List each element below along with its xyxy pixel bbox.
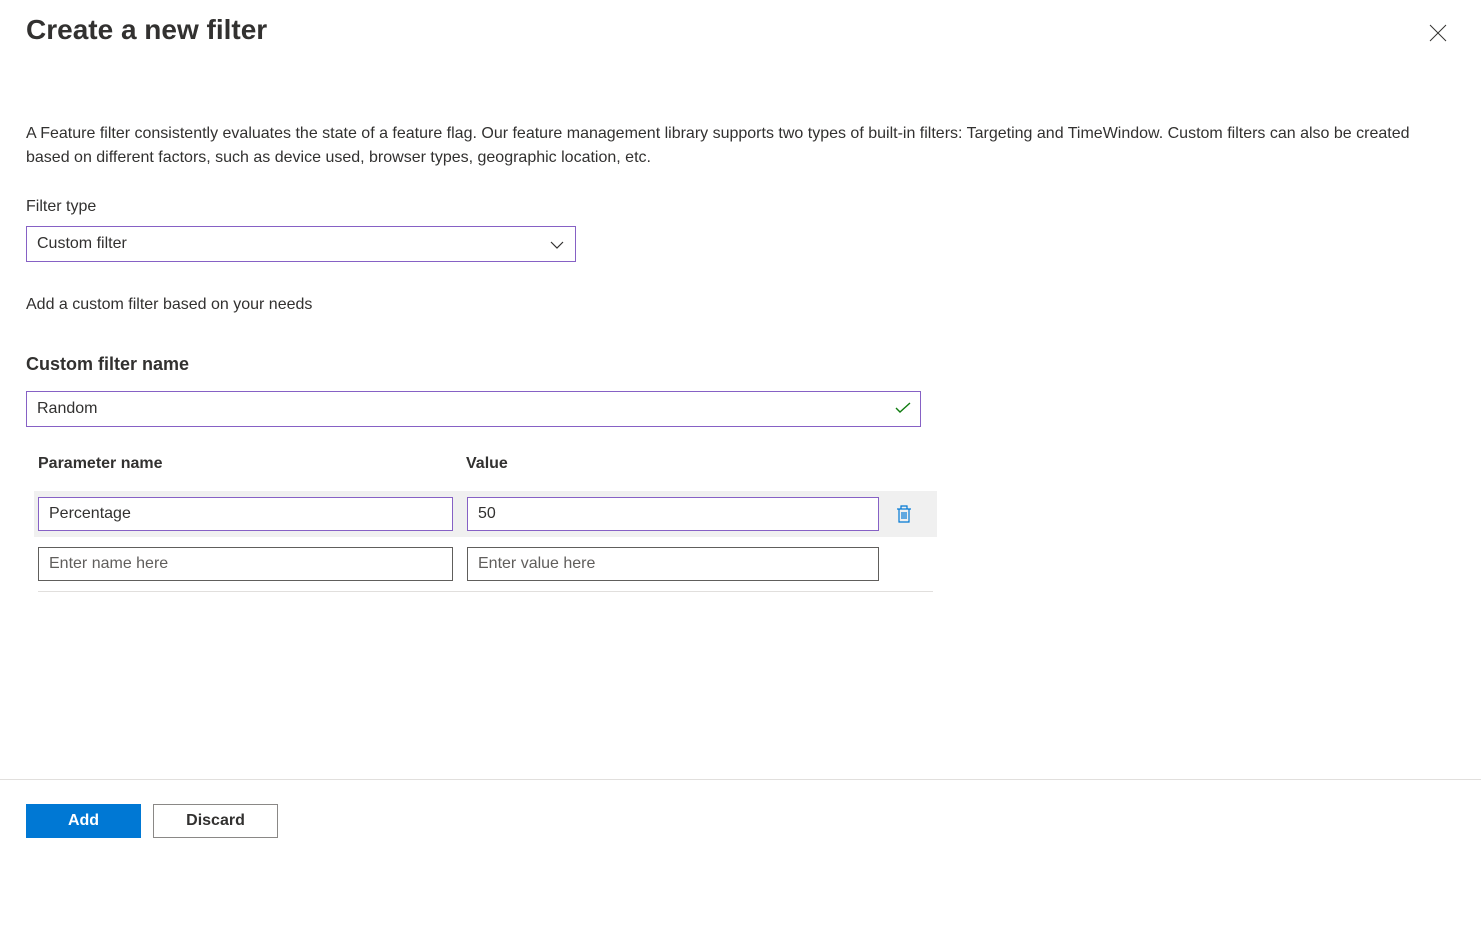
custom-filter-name-input[interactable] xyxy=(26,391,921,427)
add-button[interactable]: Add xyxy=(26,804,141,838)
footer-bar: Add Discard xyxy=(0,779,1481,862)
filter-type-helper: Add a custom filter based on your needs xyxy=(26,296,1455,314)
filter-type-label: Filter type xyxy=(26,198,1455,216)
parameter-row-empty xyxy=(38,541,933,587)
trash-icon xyxy=(895,504,913,524)
parameter-name-input-empty[interactable] xyxy=(38,547,453,581)
parameter-name-header: Parameter name xyxy=(38,455,466,473)
filter-type-selected-value: Custom filter xyxy=(37,235,127,253)
description-text: A Feature filter consistently evaluates … xyxy=(26,122,1455,170)
parameter-row-active xyxy=(34,491,937,537)
parameter-value-input-empty[interactable] xyxy=(467,547,879,581)
parameter-value-input[interactable] xyxy=(467,497,879,531)
filter-type-select[interactable]: Custom filter xyxy=(26,226,576,262)
page-title: Create a new filter xyxy=(26,14,267,46)
table-divider xyxy=(38,591,933,592)
delete-parameter-button[interactable] xyxy=(893,502,915,526)
close-button[interactable] xyxy=(1425,20,1451,50)
custom-filter-name-label: Custom filter name xyxy=(26,354,1455,375)
parameter-name-input[interactable] xyxy=(38,497,453,531)
close-icon xyxy=(1429,24,1447,42)
parameter-value-header: Value xyxy=(466,455,881,473)
checkmark-icon xyxy=(895,401,911,417)
discard-button[interactable]: Discard xyxy=(153,804,278,838)
